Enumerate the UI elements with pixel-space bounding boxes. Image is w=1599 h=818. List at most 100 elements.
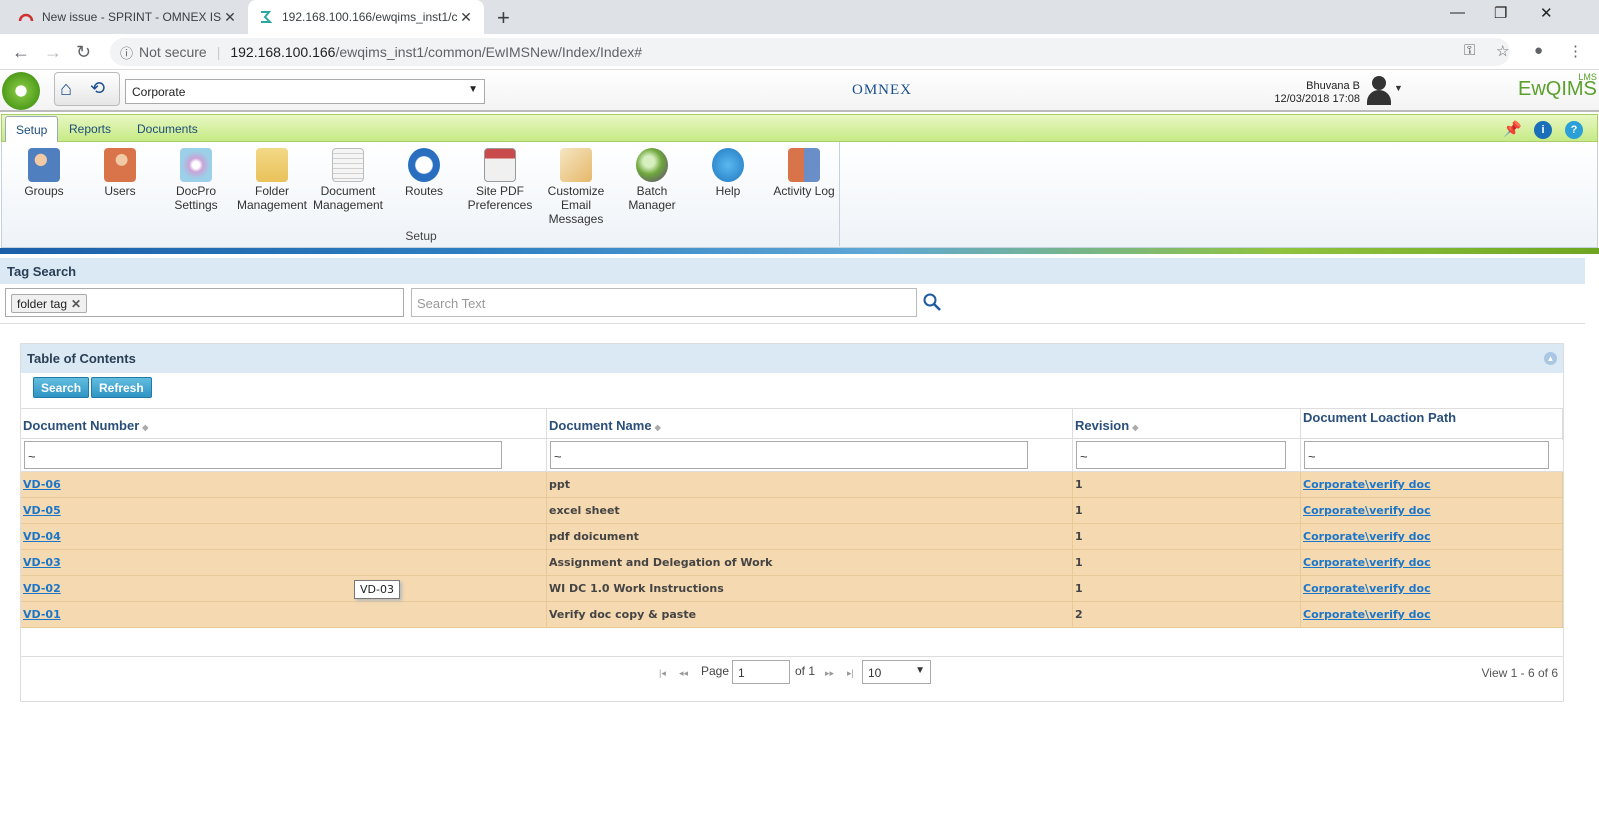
reload-icon[interactable]: ↻ — [76, 42, 91, 63]
activity-log-label: Activity Log — [773, 184, 835, 198]
routes-button[interactable]: Routes — [386, 148, 462, 198]
cell-path: Corporate\verify doc — [1301, 550, 1563, 576]
users-label: Users — [104, 184, 136, 198]
table-row[interactable]: VD-04 pdf doicument 1 Corporate\verify doc — [21, 524, 1563, 550]
info-icon[interactable]: ⓘ — [120, 43, 133, 62]
page-number-input[interactable]: 1 — [732, 660, 790, 684]
site-select[interactable]: Corporate ▼ — [125, 79, 485, 104]
bookmark-star-icon[interactable]: ☆ — [1496, 42, 1509, 60]
activity-log-button[interactable]: Activity Log — [766, 148, 842, 198]
location-path-link[interactable]: Corporate\verify doc — [1303, 556, 1431, 569]
document-number-link[interactable]: VD-03 — [23, 556, 61, 569]
document-management-button[interactable]: Document Management — [310, 148, 386, 212]
last-page-icon[interactable]: ▸| — [847, 668, 854, 679]
pdf-icon — [484, 148, 516, 182]
info-icon[interactable]: i — [1534, 121, 1552, 139]
filter-revision[interactable]: ~ — [1076, 441, 1286, 469]
caret-down-icon[interactable]: ▼ — [1394, 83, 1403, 93]
app-logo-icon[interactable] — [2, 72, 40, 110]
tag-search-row: folder tag ✕ Search Text — [0, 284, 1585, 324]
brand-sup: LMS — [1578, 72, 1597, 82]
tab-close-icon[interactable]: ✕ — [458, 9, 474, 26]
tab-documents[interactable]: Documents — [127, 116, 208, 143]
back-icon[interactable]: ← — [12, 42, 30, 63]
user-name: Bhuvana B — [1306, 80, 1360, 92]
document-number-link[interactable]: VD-01 — [23, 608, 61, 621]
folder-management-button[interactable]: Folder Management — [234, 148, 310, 212]
restore-icon[interactable]: ❐ — [1494, 4, 1507, 22]
tag-input[interactable]: folder tag ✕ — [5, 288, 404, 317]
tab-close-icon[interactable]: ✕ — [222, 9, 238, 26]
filter-document-number[interactable]: ~ — [24, 441, 502, 469]
browser-tab-jira[interactable]: New issue - SPRINT - OMNEX ISS ✕ — [8, 0, 248, 34]
forward-icon[interactable]: → — [44, 42, 62, 63]
help-button[interactable]: Help — [690, 148, 766, 198]
customize-email-messages-button[interactable]: Customize Email Messages — [538, 148, 614, 226]
minimize-icon[interactable]: — — [1450, 4, 1465, 21]
table-row[interactable]: VD-05 excel sheet 1 Corporate\verify doc — [21, 498, 1563, 524]
cell-name: Verify doc copy & paste — [547, 602, 1073, 628]
document-number-link[interactable]: VD-02 — [23, 582, 61, 595]
search-button[interactable]: Search — [33, 377, 90, 398]
filter-document-name[interactable]: ~ — [550, 441, 1028, 469]
docpro-settings-label: DocPro Settings — [174, 184, 218, 212]
refresh-button[interactable]: Refresh — [91, 377, 152, 398]
location-path-link[interactable]: Corporate\verify doc — [1303, 478, 1431, 491]
ribbon-panel: Groups Users DocPro Settings Folder Mana… — [1, 142, 1598, 248]
ribbon-group-label: Setup — [405, 229, 437, 243]
document-number-link[interactable]: VD-04 — [23, 530, 61, 543]
table-row[interactable]: VD-02 WI DC 1.0 Work Instructions 1 Corpora… — [21, 576, 1563, 602]
search-icon[interactable] — [922, 292, 942, 312]
location-path-link[interactable]: Corporate\verify doc — [1303, 504, 1431, 517]
first-page-icon[interactable]: |◂ — [659, 668, 666, 679]
table-row[interactable]: VD-01 Verify doc copy & paste 2 Corporate\v… — [21, 602, 1563, 628]
cell-revision: 2 — [1073, 602, 1301, 628]
table-row[interactable]: VD-03 Assignment and Delegation of Work 1 C… — [21, 550, 1563, 576]
filter-location-path[interactable]: ~ — [1304, 441, 1549, 469]
location-path-link[interactable]: Corporate\verify doc — [1303, 530, 1431, 543]
pin-icon[interactable]: 📌 — [1503, 121, 1522, 139]
cell-text: 1 — [1075, 478, 1083, 491]
table-row[interactable]: VD-06 ppt 1 Corporate\verify doc — [21, 472, 1563, 498]
browser-tab-ewqims[interactable]: 192.168.100.166/ewqims_inst1/co ✕ — [248, 0, 484, 34]
cell-path: Corporate\verify doc — [1301, 576, 1563, 602]
key-icon[interactable]: ⚿ — [1464, 42, 1475, 59]
col-document-number[interactable]: Document Number ◆ — [21, 409, 547, 440]
next-page-icon[interactable]: ▸▸ — [825, 668, 834, 679]
tab-reports[interactable]: Reports — [59, 116, 121, 143]
col-document-name[interactable]: Document Name ◆ — [547, 409, 1073, 440]
site-pdf-preferences-button[interactable]: Site PDF Preferences — [462, 148, 538, 212]
help-icon[interactable]: ? — [1565, 121, 1583, 139]
avatar[interactable] — [1366, 75, 1392, 105]
docpro-settings-button[interactable]: DocPro Settings — [158, 148, 234, 212]
batch-manager-button[interactable]: Batch Manager — [614, 148, 690, 212]
window-close-icon[interactable]: ✕ — [1540, 4, 1553, 22]
col-location-path[interactable]: Document Loaction Path — [1301, 409, 1563, 440]
groups-button[interactable]: Groups — [6, 148, 82, 198]
tab-setup[interactable]: Setup — [5, 116, 59, 143]
page-size-select[interactable]: 10 ▼ — [862, 660, 931, 684]
prev-page-icon[interactable]: ◂◂ — [679, 668, 688, 679]
col-revision[interactable]: Revision ◆ — [1073, 409, 1301, 440]
search-text-input[interactable]: Search Text — [411, 288, 917, 317]
cell-number: VD-03 — [21, 550, 547, 576]
page-label: Page — [701, 664, 730, 678]
home-icon[interactable]: ⌂ — [60, 78, 72, 101]
cell-number: VD-02 — [21, 576, 547, 602]
location-path-link[interactable]: Corporate\verify doc — [1303, 608, 1431, 621]
cell-number: VD-04 — [21, 524, 547, 550]
help-icon — [712, 148, 744, 182]
profile-icon[interactable]: ● — [1534, 42, 1543, 59]
new-tab-button[interactable]: + — [497, 5, 510, 31]
collapse-icon[interactable]: ▲ — [1544, 352, 1557, 365]
cell-path: Corporate\verify doc — [1301, 602, 1563, 628]
refresh-icon[interactable]: ⟲ — [90, 78, 105, 99]
security-label: Not secure — [139, 44, 207, 60]
url-field[interactable]: ⓘ Not secure | 192.168.100.166 /ewqims_i… — [110, 38, 1510, 66]
document-number-link[interactable]: VD-05 — [23, 504, 61, 517]
document-number-link[interactable]: VD-06 — [23, 478, 61, 491]
remove-tag-icon[interactable]: ✕ — [71, 297, 81, 311]
menu-icon[interactable]: ⋮ — [1568, 42, 1583, 60]
users-button[interactable]: Users — [82, 148, 158, 198]
location-path-link[interactable]: Corporate\verify doc — [1303, 582, 1431, 595]
